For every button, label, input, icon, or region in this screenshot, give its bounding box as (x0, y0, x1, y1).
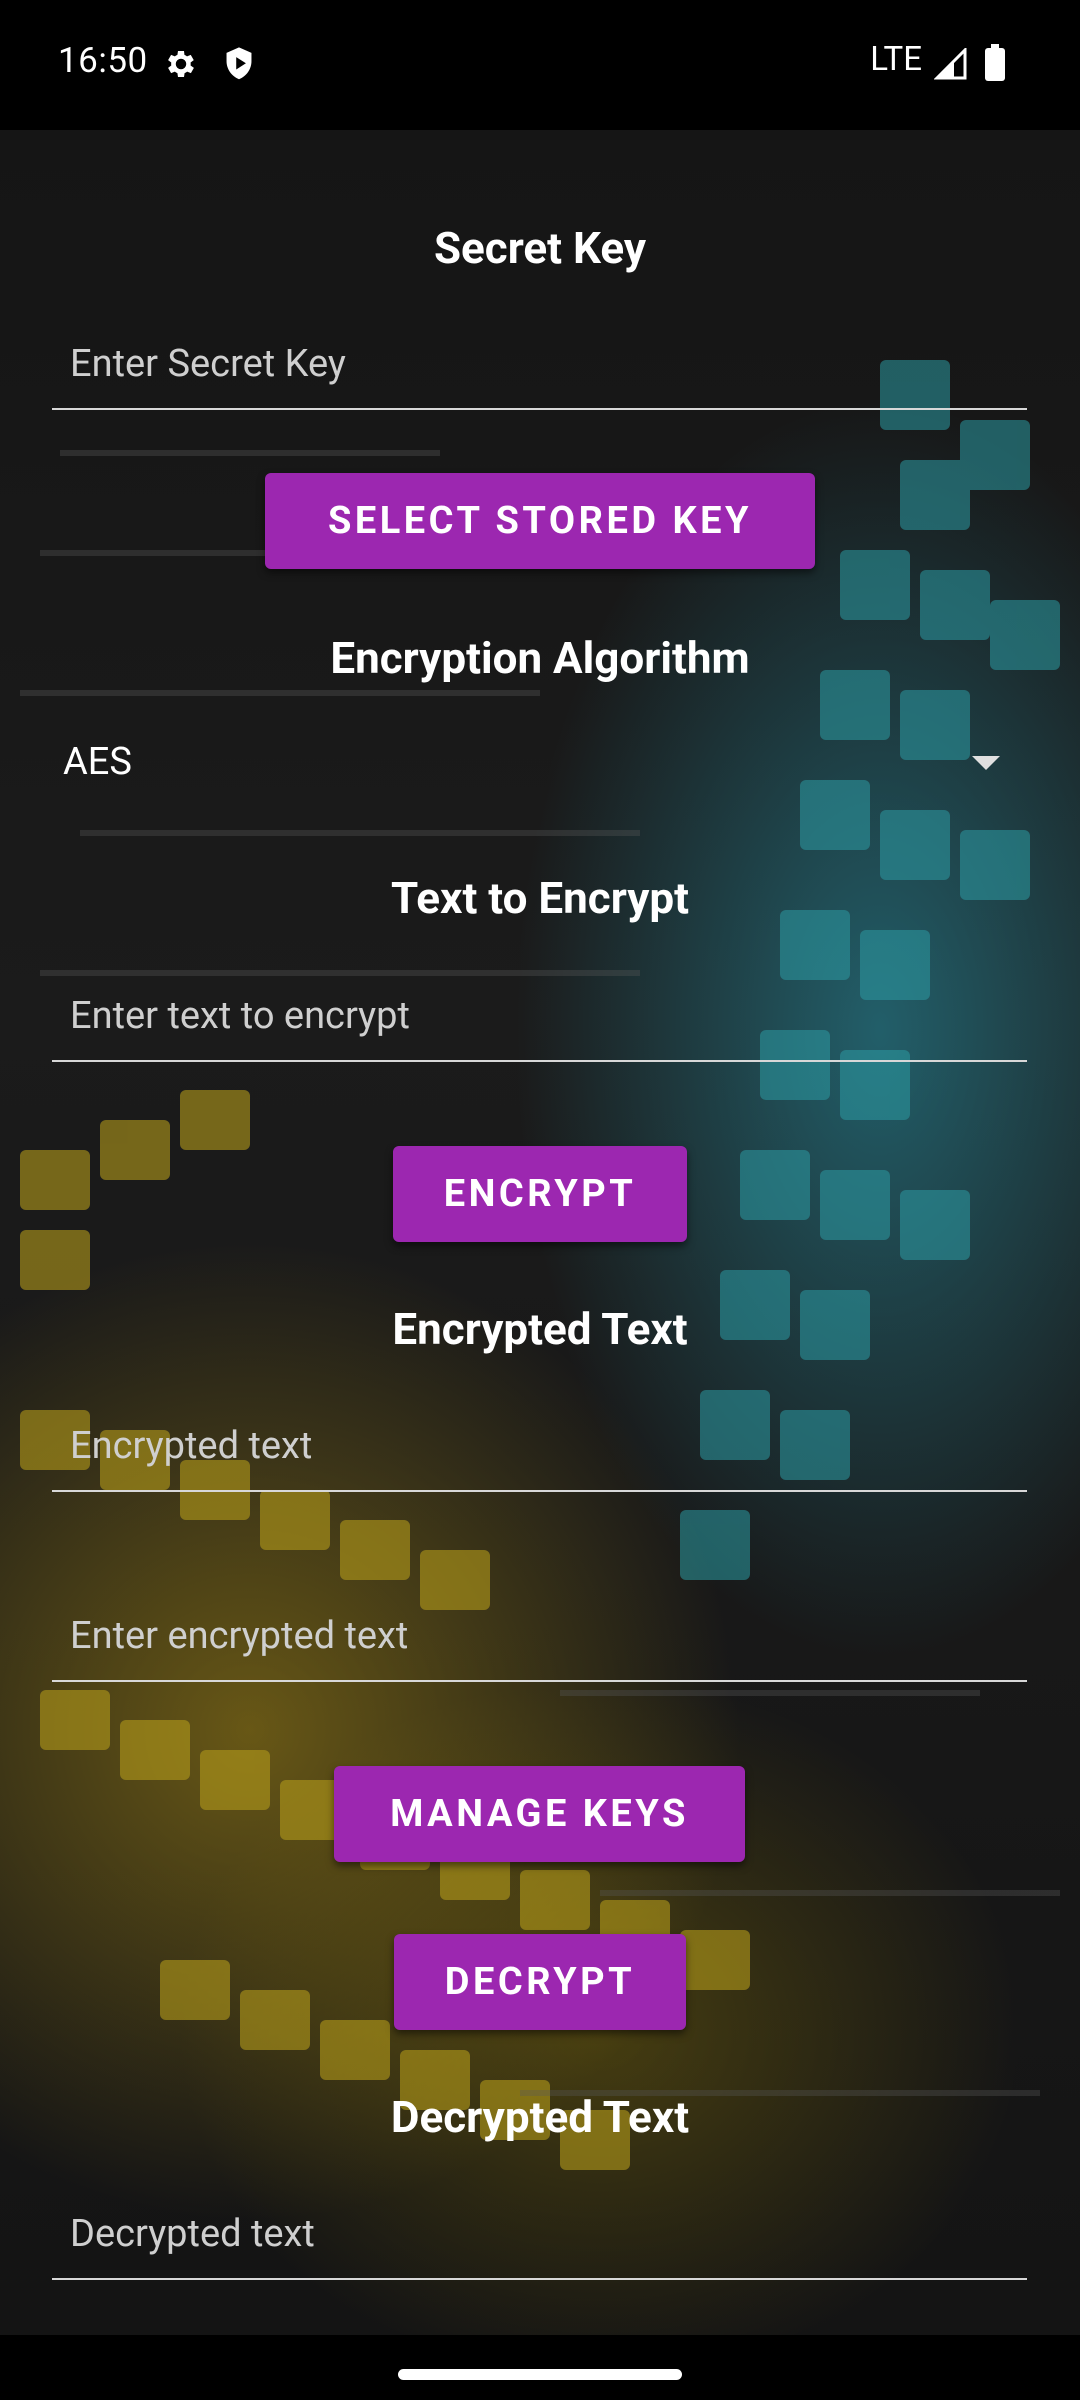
plain-text-field[interactable] (52, 980, 1027, 1062)
encrypted-input-field[interactable] (52, 1600, 1027, 1682)
encrypted-text-input[interactable] (68, 1600, 1012, 1672)
app-screen: 16:50 LTE Secret Key SELECT STORED KEY E… (0, 0, 1080, 2400)
secret-key-input[interactable] (68, 328, 1012, 400)
status-bar: 16:50 LTE (0, 0, 1080, 130)
manage-keys-button[interactable]: MANAGE KEYS (334, 1766, 745, 1862)
status-time: 16:50 (58, 40, 148, 81)
network-type: LTE (870, 40, 922, 79)
secret-key-field[interactable] (52, 328, 1027, 410)
encrypted-text-heading: Encrypted Text (392, 1303, 688, 1355)
select-stored-key-button[interactable]: SELECT STORED KEY (265, 473, 815, 569)
secret-key-heading: Secret Key (433, 222, 647, 274)
decrypted-text-output[interactable] (68, 2198, 1012, 2270)
decrypt-button[interactable]: DECRYPT (394, 1934, 686, 2030)
text-to-encrypt-heading: Text to Encrypt (391, 872, 689, 924)
algorithm-heading: Encryption Algorithm (330, 632, 750, 684)
plain-text-input[interactable] (68, 980, 1012, 1052)
encrypt-button[interactable]: ENCRYPT (393, 1146, 687, 1242)
algorithm-selected-value: AES (63, 740, 132, 784)
algorithm-dropdown[interactable]: AES (40, 718, 1040, 808)
decrypted-text-field[interactable] (52, 2198, 1027, 2280)
home-gesture-handle[interactable] (398, 2369, 682, 2380)
battery-icon (984, 44, 1006, 86)
encrypted-text-field[interactable] (52, 1410, 1027, 1492)
encrypted-text-output[interactable] (68, 1410, 1012, 1482)
dropdown-arrow-icon (972, 756, 1000, 770)
settings-icon (163, 46, 199, 86)
decrypted-text-heading: Decrypted Text (390, 2091, 690, 2143)
shield-icon (222, 46, 256, 86)
navigation-bar (0, 2335, 1080, 2400)
signal-icon (933, 46, 968, 84)
